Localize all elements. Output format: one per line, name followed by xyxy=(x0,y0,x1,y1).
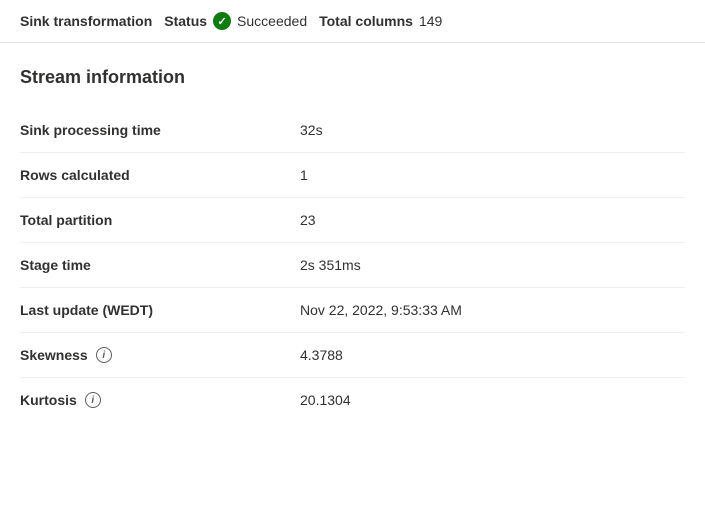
total-columns-value: 149 xyxy=(419,13,442,29)
status-value: Succeeded xyxy=(237,13,307,29)
status-group: Status Succeeded xyxy=(164,12,307,30)
table-row: Stage time2s 351ms xyxy=(20,243,685,288)
row-label: Skewnessi xyxy=(20,333,300,378)
table-row: Total partition23 xyxy=(20,198,685,243)
sink-transformation-label: Sink transformation xyxy=(20,13,152,29)
row-label: Kurtosisi xyxy=(20,378,300,423)
row-label: Total partition xyxy=(20,198,300,243)
row-value: 20.1304 xyxy=(300,378,685,423)
info-table: Sink processing time32sRows calculated1T… xyxy=(20,108,685,422)
status-check-icon xyxy=(213,12,231,30)
table-row: Last update (WEDT)Nov 22, 2022, 9:53:33 … xyxy=(20,288,685,333)
table-row: Rows calculated1 xyxy=(20,153,685,198)
total-columns-label: Total columns xyxy=(319,13,413,29)
info-icon[interactable]: i xyxy=(85,392,101,408)
section-title: Stream information xyxy=(20,67,685,88)
row-value: 2s 351ms xyxy=(300,243,685,288)
row-value: 23 xyxy=(300,198,685,243)
total-columns-group: Total columns 149 xyxy=(319,13,442,29)
row-value: 32s xyxy=(300,108,685,153)
row-label: Stage time xyxy=(20,243,300,288)
row-label: Sink processing time xyxy=(20,108,300,153)
row-value: 4.3788 xyxy=(300,333,685,378)
table-row: Kurtosisi20.1304 xyxy=(20,378,685,423)
top-bar: Sink transformation Status Succeeded Tot… xyxy=(0,0,705,43)
row-label: Rows calculated xyxy=(20,153,300,198)
table-row: Sink processing time32s xyxy=(20,108,685,153)
row-label: Last update (WEDT) xyxy=(20,288,300,333)
table-row: Skewnessi4.3788 xyxy=(20,333,685,378)
main-content: Stream information Sink processing time3… xyxy=(0,43,705,446)
row-value: Nov 22, 2022, 9:53:33 AM xyxy=(300,288,685,333)
info-icon[interactable]: i xyxy=(96,347,112,363)
status-label: Status xyxy=(164,13,207,29)
row-value: 1 xyxy=(300,153,685,198)
